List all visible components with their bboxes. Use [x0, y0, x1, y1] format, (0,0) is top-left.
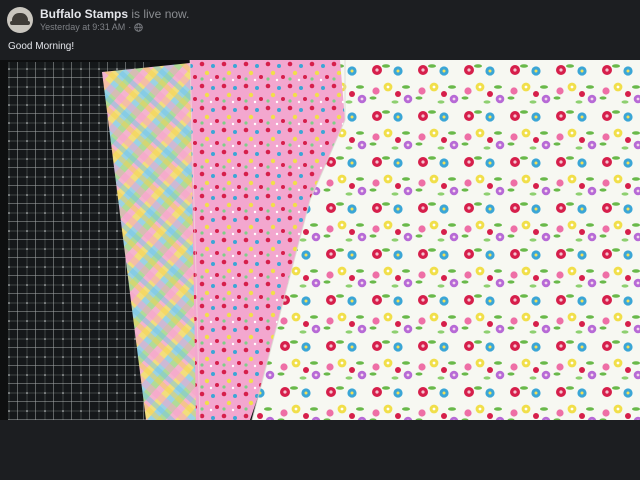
- live-status: is live now.: [128, 7, 190, 21]
- post-timestamp[interactable]: Yesterday at 9:31 AM: [40, 22, 125, 32]
- post-meta: Yesterday at 9:31 AM ·: [40, 22, 143, 32]
- live-video[interactable]: [0, 60, 640, 420]
- post-header: Buffalo Stamps is live now. Yesterday at…: [0, 0, 640, 60]
- avatar[interactable]: [7, 7, 33, 33]
- separator: ·: [128, 22, 132, 32]
- author-line: Buffalo Stamps is live now.: [40, 7, 189, 21]
- post-message: Good Morning!: [8, 41, 75, 52]
- author-name[interactable]: Buffalo Stamps: [40, 7, 128, 21]
- post-footer: [0, 420, 640, 480]
- globe-icon: [134, 22, 143, 32]
- video-frame: [0, 60, 640, 420]
